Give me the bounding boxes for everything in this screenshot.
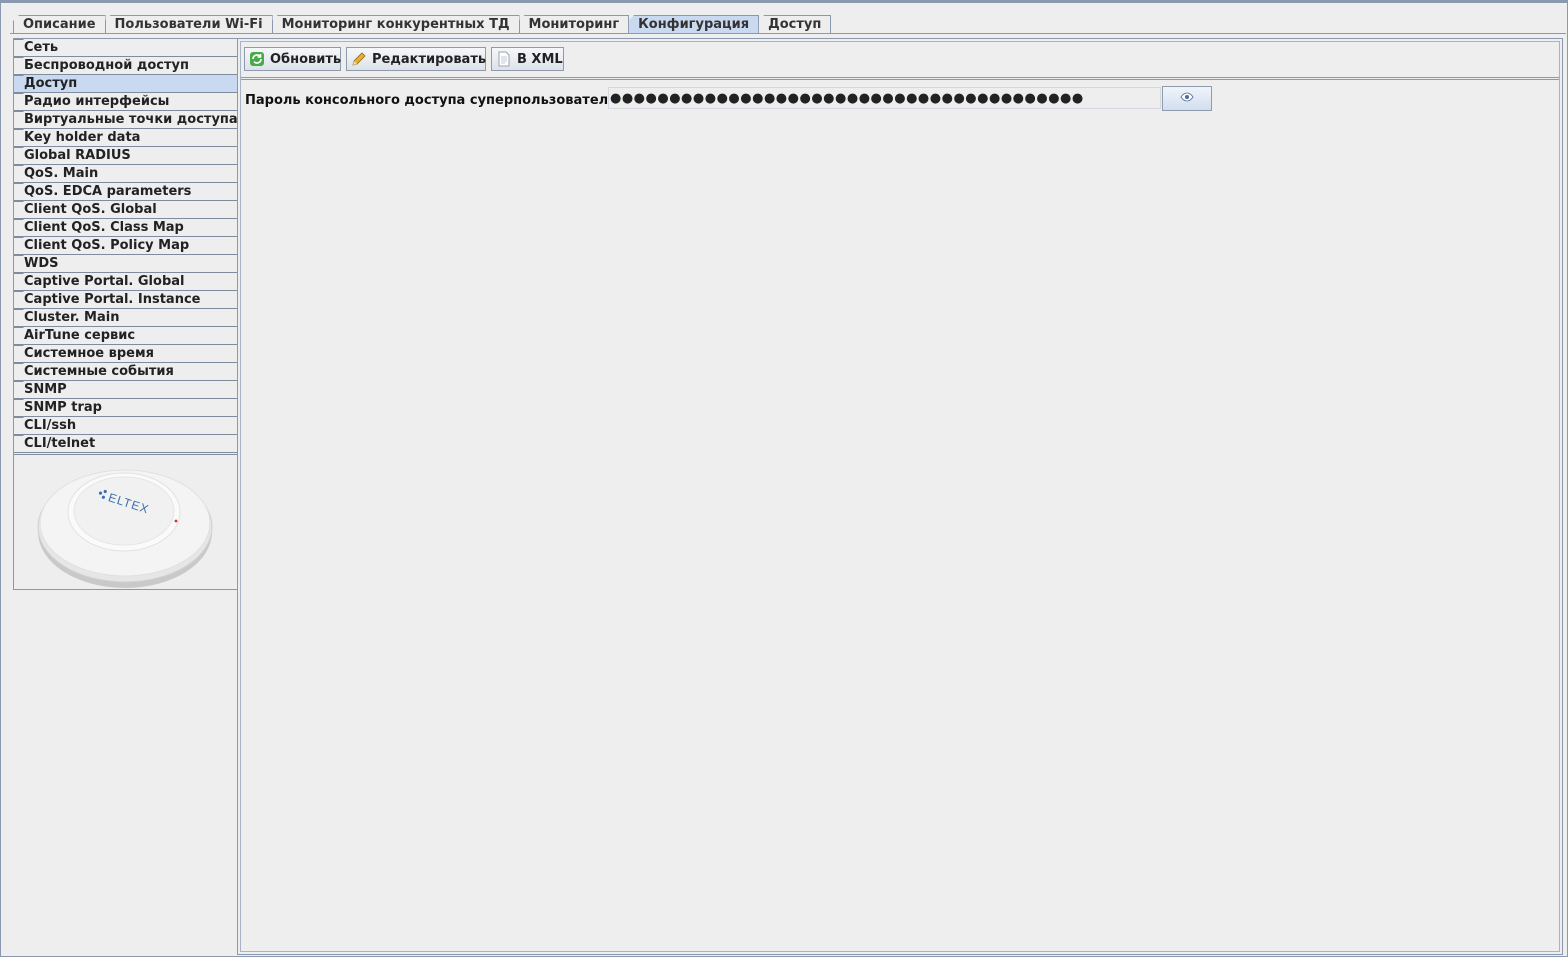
tab-1[interactable]: Пользователи Wi-Fi bbox=[104, 15, 273, 34]
password-field-label: Пароль консольного доступа суперпользова… bbox=[245, 93, 617, 108]
refresh-button[interactable]: Обновить bbox=[244, 47, 341, 71]
main-tab-bar: Описание Пользователи Wi-Fi Мониторинг кон… bbox=[13, 14, 832, 34]
sidebar-item-6[interactable]: Global RADIUS bbox=[14, 147, 237, 165]
sidebar-item-10[interactable]: Client QoS. Class Map bbox=[14, 219, 237, 237]
sidebar-item-18[interactable]: Системные события bbox=[14, 363, 237, 381]
superuser-password-field[interactable]: ●●●●●●●●●●●●●●●●●●●●●●●●●●●●●●●●●●●●●●●● bbox=[608, 87, 1161, 109]
edit-button[interactable]: Редактировать bbox=[346, 47, 486, 71]
tab-4[interactable]: Конфигурация bbox=[628, 15, 760, 34]
export-xml-button[interactable]: В XML bbox=[491, 47, 564, 71]
window-top-border bbox=[1, 1, 1567, 3]
sidebar-item-8[interactable]: QoS. EDCA parameters bbox=[14, 183, 237, 201]
document-icon bbox=[496, 51, 512, 67]
sidebar-item-2[interactable]: Доступ bbox=[14, 75, 237, 93]
sidebar-item-19[interactable]: SNMP bbox=[14, 381, 237, 399]
sidebar-item-21[interactable]: CLI/ssh bbox=[14, 417, 237, 435]
tab-3[interactable]: Мониторинг bbox=[518, 15, 630, 34]
refresh-icon bbox=[249, 51, 265, 67]
edit-button-label: Редактировать bbox=[372, 51, 487, 67]
sidebar-item-1[interactable]: Беспроводной доступ bbox=[14, 57, 237, 75]
sidebar-item-9[interactable]: Client QoS. Global bbox=[14, 201, 237, 219]
toolbar: Обновить Редактировать В XML bbox=[241, 42, 1559, 78]
refresh-button-label: Обновить bbox=[270, 51, 342, 67]
sidebar-item-7[interactable]: QoS. Main bbox=[14, 165, 237, 183]
eye-icon bbox=[1180, 91, 1194, 106]
export-xml-button-label: В XML bbox=[517, 51, 563, 67]
app-window: Описание Пользователи Wi-Fi Мониторинг кон… bbox=[0, 0, 1568, 957]
sidebar-item-20[interactable]: SNMP trap bbox=[14, 399, 237, 417]
sidebar-list: Сеть Беспроводной доступ Доступ Радио интер… bbox=[14, 39, 237, 453]
sidebar-item-17[interactable]: Системное время bbox=[14, 345, 237, 363]
sidebar-item-5[interactable]: Key holder data bbox=[14, 129, 237, 147]
content-area: Пароль консольного доступа суперпользова… bbox=[241, 79, 1559, 951]
main-panel-inner: Обновить Редактировать В XML Пароль конс… bbox=[240, 41, 1560, 952]
sidebar-item-14[interactable]: Captive Portal. Instance bbox=[14, 291, 237, 309]
config-sidebar: Сеть Беспроводной доступ Доступ Радио интер… bbox=[13, 38, 238, 590]
tab-0[interactable]: Описание bbox=[13, 15, 106, 34]
sidebar-item-3[interactable]: Радио интерфейсы bbox=[14, 93, 237, 111]
sidebar-item-22[interactable]: CLI/telnet bbox=[14, 435, 237, 453]
sidebar-item-16[interactable]: AirTune сервис bbox=[14, 327, 237, 345]
sidebar-item-0[interactable]: Сеть bbox=[14, 39, 237, 57]
main-panel: Обновить Редактировать В XML Пароль конс… bbox=[237, 38, 1563, 955]
device-image: ELTEX bbox=[14, 454, 237, 590]
tab-5[interactable]: Доступ bbox=[758, 15, 832, 34]
tab-bar-divider bbox=[10, 33, 1566, 34]
sidebar-item-13[interactable]: Captive Portal. Global bbox=[14, 273, 237, 291]
access-point-device-image: ELTEX bbox=[37, 469, 213, 588]
tab-2[interactable]: Мониторинг конкурентных ТД bbox=[271, 15, 520, 34]
sidebar-item-11[interactable]: Client QoS. Policy Map bbox=[14, 237, 237, 255]
show-password-button[interactable] bbox=[1162, 86, 1212, 111]
sidebar-item-12[interactable]: WDS bbox=[14, 255, 237, 273]
sidebar-item-4[interactable]: Виртуальные точки доступа bbox=[14, 111, 237, 129]
pencil-icon bbox=[351, 51, 367, 67]
sidebar-item-15[interactable]: Cluster. Main bbox=[14, 309, 237, 327]
